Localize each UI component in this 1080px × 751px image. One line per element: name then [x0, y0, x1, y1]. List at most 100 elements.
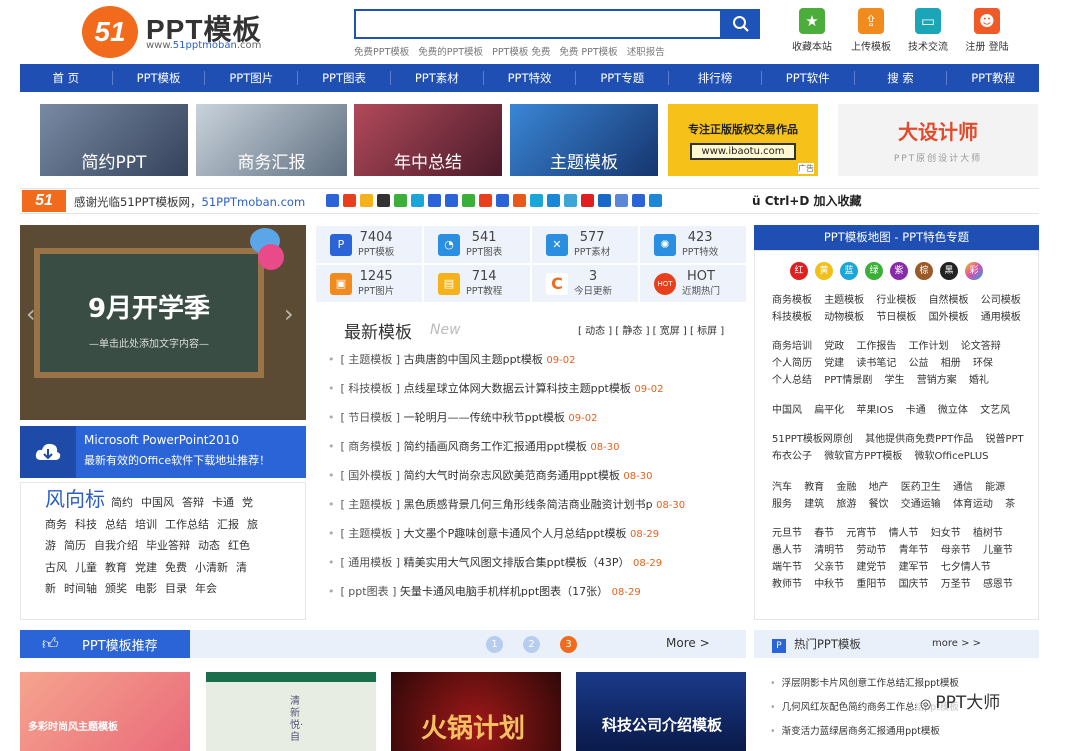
ms-office-promo[interactable]: Microsoft PowerPoint2010 最新有效的Office软件下载…	[20, 426, 306, 478]
map-tag-link[interactable]: 党建	[824, 358, 844, 369]
register-login-button[interactable]: ☻ 注册 登陆	[957, 8, 1017, 53]
map-tag-link[interactable]: 通信	[953, 482, 973, 493]
share-icon[interactable]	[479, 194, 492, 207]
map-tag-link[interactable]: 植树节	[973, 528, 1003, 539]
nav-ppt-tutorial[interactable]: PPT教程	[947, 71, 1039, 85]
template-thumb[interactable]: 清新悦·自	[206, 672, 376, 751]
map-tag-link[interactable]: 劳动节	[856, 545, 886, 556]
map-tag-link[interactable]: PPT情景剧	[824, 375, 872, 386]
share-icon[interactable]	[615, 194, 628, 207]
item-category[interactable]: [ 主题模板 ]	[341, 353, 401, 366]
nav-ppt-templates[interactable]: PPT模板	[113, 71, 206, 85]
share-icon[interactable]	[496, 194, 509, 207]
share-icon[interactable]	[428, 194, 441, 207]
item-title[interactable]: 大文墨个P趣味创意卡通风个人月总结ppt模板	[404, 527, 627, 540]
share-icon[interactable]	[530, 194, 543, 207]
share-icon[interactable]	[598, 194, 611, 207]
page-dot[interactable]: 2	[523, 636, 540, 653]
list-item[interactable]: • [ 商务模板 ] 简约插画风商务工作汇报通用ppt模板 08-30	[328, 435, 748, 464]
mail-icon[interactable]	[632, 194, 645, 207]
item-category[interactable]: [ 通用模板 ]	[341, 556, 401, 569]
stat-images[interactable]: ▣ 1245 PPT图片	[316, 265, 422, 302]
tag-link[interactable]: 培训	[135, 518, 157, 531]
tag-link[interactable]: 党	[242, 496, 253, 509]
map-tag-link[interactable]: 情人节	[889, 528, 919, 539]
map-tag-link[interactable]: 党政	[824, 341, 844, 352]
map-tag-link[interactable]: 医药卫生	[901, 482, 941, 493]
tag-link[interactable]: 颁奖	[105, 582, 127, 595]
upload-template-button[interactable]: ⇪ 上传模板	[841, 8, 901, 53]
map-tag-link[interactable]: 中国风	[772, 405, 802, 416]
item-category[interactable]: [ ppt图表 ]	[341, 585, 397, 598]
map-tag-link[interactable]: 微立体	[938, 405, 968, 416]
nav-search[interactable]: 搜 索	[855, 71, 948, 85]
hot-keyword[interactable]: 免费PPT模板	[354, 47, 409, 58]
nav-ppt-topics[interactable]: PPT专题	[576, 71, 670, 85]
map-tag-link[interactable]: 重阳节	[856, 579, 886, 590]
tech-exchange-button[interactable]: ▭ 技术交流	[898, 8, 958, 53]
banner-ibaotu-ad[interactable]: 专注正版版权交易作品 www.ibaotu.com 广告	[668, 104, 818, 176]
tag-link[interactable]: 答辩	[182, 496, 204, 509]
tag-link[interactable]: 党建	[135, 561, 157, 574]
map-tag-link[interactable]: 妇女节	[931, 528, 961, 539]
qq-icon[interactable]	[377, 194, 390, 207]
map-tag-link[interactable]: 环保	[973, 358, 993, 369]
map-tag-link[interactable]: 能源	[985, 482, 1005, 493]
map-tag-link[interactable]: 餐饮	[869, 499, 889, 510]
template-thumb[interactable]: 火锅计划	[391, 672, 561, 751]
map-tag-link[interactable]: 行业模板	[876, 295, 916, 306]
map-tag-link[interactable]: 微软官方PPT模板	[824, 451, 902, 462]
stat-templates[interactable]: P 7404 PPT模板	[316, 226, 422, 263]
map-tag-link[interactable]: 自然模板	[929, 295, 969, 306]
map-tag-link[interactable]: 金融	[836, 482, 856, 493]
item-title[interactable]: 简约大气时尚杂志风欧美范商务通用ppt模板	[404, 469, 620, 482]
newest-filter-links[interactable]: [ 动态 ] [ 静态 ] [ 宽屏 ] [ 标屏 ]	[578, 322, 724, 337]
nav-ppt-materials[interactable]: PPT素材	[391, 71, 484, 85]
share-icon[interactable]	[547, 194, 560, 207]
tag-link[interactable]: 清	[236, 561, 247, 574]
map-tag-link[interactable]: 主题模板	[824, 295, 864, 306]
map-tag-link[interactable]: 文艺风	[980, 405, 1010, 416]
map-tag-link[interactable]: 扁平化	[814, 405, 844, 416]
map-tag-link[interactable]: 建军节	[899, 562, 929, 573]
tag-link[interactable]: 毕业答辩	[146, 539, 190, 552]
tag-link[interactable]: 游	[45, 539, 56, 552]
banner-big-designer[interactable]: 大设计师 PPT原创设计大师	[838, 104, 1038, 176]
map-tag-link[interactable]: 汽车	[772, 482, 792, 493]
hot-more-link[interactable]: more > >	[932, 638, 981, 649]
tag-link[interactable]: 旅	[247, 518, 258, 531]
map-tag-link[interactable]: 地产	[869, 482, 889, 493]
map-tag-link[interactable]: 交通运输	[901, 499, 941, 510]
map-tag-link[interactable]: 国外模板	[929, 312, 969, 323]
map-tag-link[interactable]: 母亲节	[941, 545, 971, 556]
list-item[interactable]: • [ 科技模板 ] 点线星球立体网大数据云计算科技主题ppt模板 09-02	[328, 377, 748, 406]
map-tag-link[interactable]: 营销方案	[917, 375, 957, 386]
add-bookmark-hint[interactable]: ü Ctrl+D 加入收藏	[752, 192, 862, 209]
map-tag-link[interactable]: 工作计划	[909, 341, 949, 352]
tag-link[interactable]: 免费	[165, 561, 187, 574]
list-item[interactable]: • [ ppt图表 ] 矢量卡通风电脑手机样机ppt图表（17张） 08-29	[328, 580, 748, 609]
tag-link[interactable]: 卡通	[212, 496, 234, 509]
map-tag-link[interactable]: 元宵节	[846, 528, 876, 539]
tag-link[interactable]: 汇报	[217, 518, 239, 531]
map-tag-link[interactable]: 儿童节	[983, 545, 1013, 556]
hot-keyword[interactable]: 免费 PPT模板	[559, 47, 617, 58]
item-category[interactable]: [ 商务模板 ]	[341, 440, 401, 453]
color-yellow[interactable]: 黄	[815, 262, 833, 280]
star-share-icon[interactable]	[360, 194, 373, 207]
map-tag-link[interactable]: 个人简历	[772, 358, 812, 369]
hot-keyword[interactable]: 免费的PPT模板	[418, 47, 483, 58]
item-category[interactable]: [ 国外模板 ]	[341, 469, 401, 482]
tag-link[interactable]: 新	[45, 582, 56, 595]
tag-link[interactable]: 电影	[135, 582, 157, 595]
map-tag-link[interactable]: 父亲节	[814, 562, 844, 573]
map-tag-link[interactable]: 动物模板	[824, 312, 864, 323]
tag-link[interactable]: 自我介绍	[94, 539, 138, 552]
item-title[interactable]: 精美实用大气风图文排版合集ppt模板（43P）	[404, 556, 630, 569]
map-tag-link[interactable]: 中秋节	[814, 579, 844, 590]
tag-link[interactable]: 目录	[165, 582, 187, 595]
map-tag-link[interactable]: 建筑	[804, 499, 824, 510]
search-button[interactable]	[722, 9, 760, 39]
share-icon[interactable]	[445, 194, 458, 207]
heart-icon[interactable]	[581, 194, 594, 207]
